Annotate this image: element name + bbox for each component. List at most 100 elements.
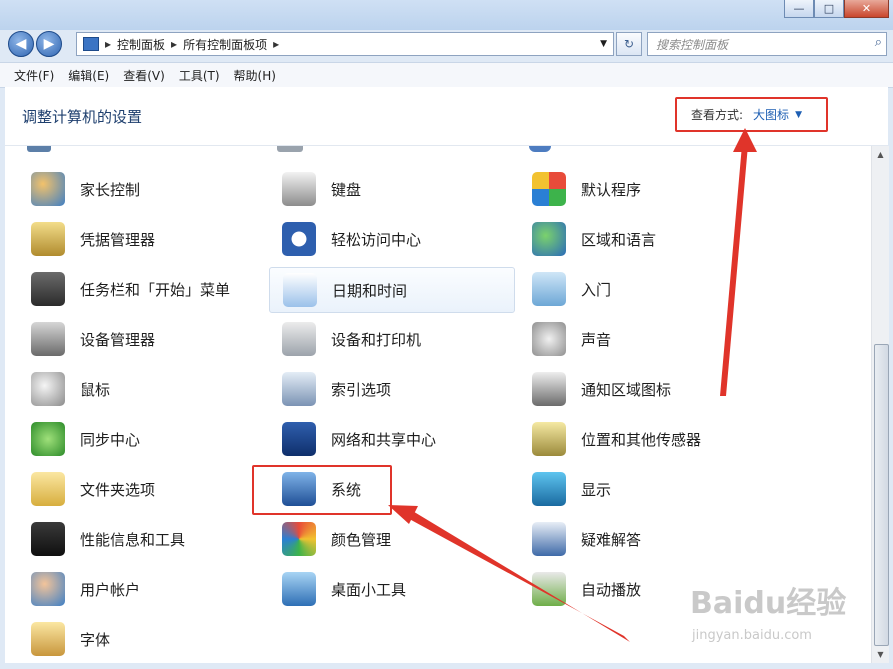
control-panel-item[interactable]: 家长控制 [18, 167, 255, 211]
control-panel-item[interactable]: 入门 [519, 267, 799, 311]
scroll-thumb[interactable] [874, 344, 889, 646]
control-panel-item-label: 网络和共享中心 [331, 430, 437, 449]
control-panel-item-label: 通知区域图标 [581, 380, 672, 399]
maximize-button[interactable]: □ [814, 0, 844, 18]
control-panel-item-label: 设备和打印机 [331, 330, 422, 349]
location-sensors-icon [532, 422, 566, 456]
menu-edit[interactable]: 编辑(E) [68, 67, 109, 84]
control-panel-item[interactable]: 轻松访问中心 [269, 217, 513, 261]
control-panel-item-label: 颜色管理 [331, 530, 392, 549]
control-panel-item-label: 凭据管理器 [80, 230, 156, 249]
control-panel-item-label: 区域和语言 [581, 230, 657, 249]
region-language-icon [532, 222, 566, 256]
sync-center-icon [31, 422, 65, 456]
vertical-scrollbar[interactable]: ▲ ▼ [871, 146, 889, 663]
control-panel-item-label: 设备管理器 [80, 330, 156, 349]
control-panel-item[interactable]: 声音 [519, 317, 799, 361]
ease-of-access-icon [282, 222, 316, 256]
default-programs-icon [532, 172, 566, 206]
control-panel-item-label: 声音 [581, 330, 612, 349]
control-panel-item[interactable]: 键盘 [269, 167, 513, 211]
control-panel-item[interactable]: 日期和时间 [269, 267, 515, 313]
taskbar-icon [31, 272, 65, 306]
search-icon[interactable]: ⌕ [875, 35, 882, 50]
date-time-icon [283, 273, 317, 307]
control-panel-item[interactable]: 桌面小工具 [269, 567, 513, 611]
control-panel-item[interactable]: 网络和共享中心 [269, 417, 513, 461]
dropdown-arrow-icon[interactable]: ▼ [795, 110, 802, 120]
troubleshooting-icon [532, 522, 566, 556]
control-panel-item[interactable]: 设备和打印机 [269, 317, 513, 361]
address-bar[interactable]: ▸ 控制面板 ▸ 所有控制面板项 ▸ ▼ [76, 32, 614, 56]
control-panel-item-label: 家长控制 [80, 180, 141, 199]
breadcrumb-control-panel[interactable]: 控制面板 [117, 36, 165, 53]
control-panel-item[interactable]: 鼠标 [18, 367, 255, 411]
control-panel-item-label: 日期和时间 [332, 281, 408, 300]
watermark-brand: Baidu经验 [690, 586, 847, 621]
scroll-up-arrow-icon[interactable]: ▲ [872, 146, 889, 163]
control-panel-item-label: 键盘 [331, 180, 362, 199]
control-panel-item-label: 自动播放 [581, 580, 642, 599]
menu-bar: 文件(F) 编辑(E) 查看(V) 工具(T) 帮助(H) [0, 62, 893, 88]
control-panel-item[interactable]: 颜色管理 [269, 517, 513, 561]
control-panel-item[interactable]: 疑难解答 [519, 517, 799, 561]
fonts-icon [31, 622, 65, 656]
refresh-button[interactable]: ↻ [616, 32, 642, 56]
control-panel-item-label: 位置和其他传感器 [581, 430, 702, 449]
control-panel-item[interactable]: 用户帐户 [18, 567, 255, 611]
control-panel-item[interactable]: 字体 [18, 617, 255, 661]
control-panel-item-label: 同步中心 [80, 430, 141, 449]
menu-help[interactable]: 帮助(H) [234, 67, 276, 84]
control-panel-item-label: 轻松访问中心 [331, 230, 422, 249]
control-panel-item[interactable]: 设备管理器 [18, 317, 255, 361]
control-panel-item[interactable]: 通知区域图标 [519, 367, 799, 411]
gadgets-icon [282, 572, 316, 606]
menu-tools[interactable]: 工具(T) [179, 67, 220, 84]
control-panel-item-label: 入门 [581, 280, 612, 299]
keyboard-icon [282, 172, 316, 206]
control-panel-item-label: 文件夹选项 [80, 480, 156, 499]
partial-item-icon [277, 146, 303, 152]
menu-file[interactable]: 文件(F) [14, 67, 54, 84]
minimize-button[interactable]: — [784, 0, 814, 18]
mouse-icon [31, 372, 65, 406]
close-button[interactable]: ✕ [844, 0, 889, 18]
control-panel-item[interactable]: 位置和其他传感器 [519, 417, 799, 461]
control-panel-item-label: 桌面小工具 [331, 580, 407, 599]
control-panel-item-label: 鼠标 [80, 380, 111, 399]
control-panel-item[interactable]: 同步中心 [18, 417, 255, 461]
page-header: 调整计算机的设置 查看方式: 大图标 ▼ [5, 87, 888, 146]
control-panel-item[interactable]: 文件夹选项 [18, 467, 255, 511]
folder-options-icon [31, 472, 65, 506]
control-panel-item[interactable]: 默认程序 [519, 167, 799, 211]
back-button[interactable]: ◀ [8, 31, 34, 57]
control-panel-item-label: 用户帐户 [80, 580, 141, 599]
devices-printers-icon [282, 322, 316, 356]
control-panel-item-label: 字体 [80, 630, 111, 649]
control-panel-item[interactable]: 任务栏和「开始」菜单 [18, 267, 255, 311]
performance-icon [31, 522, 65, 556]
view-by-value[interactable]: 大图标 [753, 106, 789, 123]
window-controls: — □ ✕ [784, 0, 889, 18]
control-panel-item[interactable]: 显示 [519, 467, 799, 511]
watermark-url: jingyan.baidu.com [692, 628, 812, 643]
chevron-down-icon[interactable]: ▼ [600, 39, 607, 49]
display-icon [532, 472, 566, 506]
getting-started-icon [532, 272, 566, 306]
menu-view[interactable]: 查看(V) [123, 67, 165, 84]
scroll-down-arrow-icon[interactable]: ▼ [872, 646, 889, 663]
forward-button[interactable]: ▶ [36, 31, 62, 57]
control-panel-item[interactable]: 性能信息和工具 [18, 517, 255, 561]
search-input[interactable]: 搜索控制面板 ⌕ [647, 32, 887, 56]
control-panel-item-label: 性能信息和工具 [80, 530, 186, 549]
control-panel-item[interactable]: 索引选项 [269, 367, 513, 411]
search-placeholder: 搜索控制面板 [656, 38, 729, 52]
navigation-bar: ◀ ▶ ▸ 控制面板 ▸ 所有控制面板项 ▸ ▼ ↻ 搜索控制面板 ⌕ [0, 28, 893, 60]
control-panel-item[interactable]: 区域和语言 [519, 217, 799, 261]
user-accounts-icon [31, 572, 65, 606]
view-by-selector[interactable]: 查看方式: 大图标 ▼ [675, 97, 828, 132]
breadcrumb-all-items[interactable]: 所有控制面板项 [183, 36, 267, 53]
notification-icon [532, 372, 566, 406]
control-panel-item[interactable]: 凭据管理器 [18, 217, 255, 261]
partial-item-icon [529, 146, 551, 152]
